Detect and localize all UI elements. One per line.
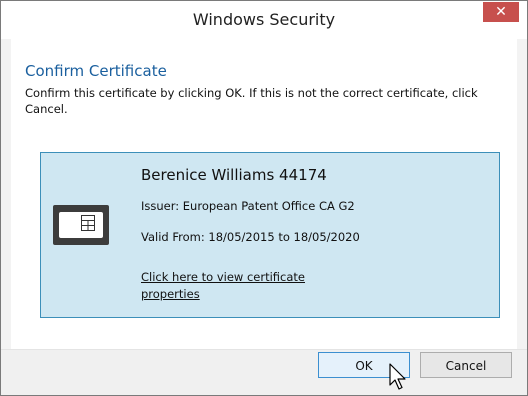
card-chip-icon	[81, 215, 95, 231]
certificate-name: Berenice Williams 44174	[141, 166, 327, 184]
certificate-validity: Valid From: 18/05/2015 to 18/05/2020	[141, 230, 360, 244]
title-bar[interactable]: Windows Security ✕	[1, 1, 527, 39]
dialog-description: Confirm this certificate by clicking OK.…	[25, 86, 478, 116]
dialog-heading: Confirm Certificate	[25, 62, 167, 80]
cancel-button[interactable]: Cancel	[420, 352, 512, 378]
window-title: Windows Security	[192, 10, 336, 29]
certificate-issuer: Issuer: European Patent Office CA G2	[141, 199, 355, 213]
mouse-pointer-icon	[389, 363, 406, 390]
close-icon: ✕	[495, 4, 507, 20]
close-button[interactable]: ✕	[483, 2, 519, 22]
smart-card-icon	[53, 205, 109, 245]
view-certificate-properties-link[interactable]: Click here to view certificate propertie…	[141, 269, 341, 303]
